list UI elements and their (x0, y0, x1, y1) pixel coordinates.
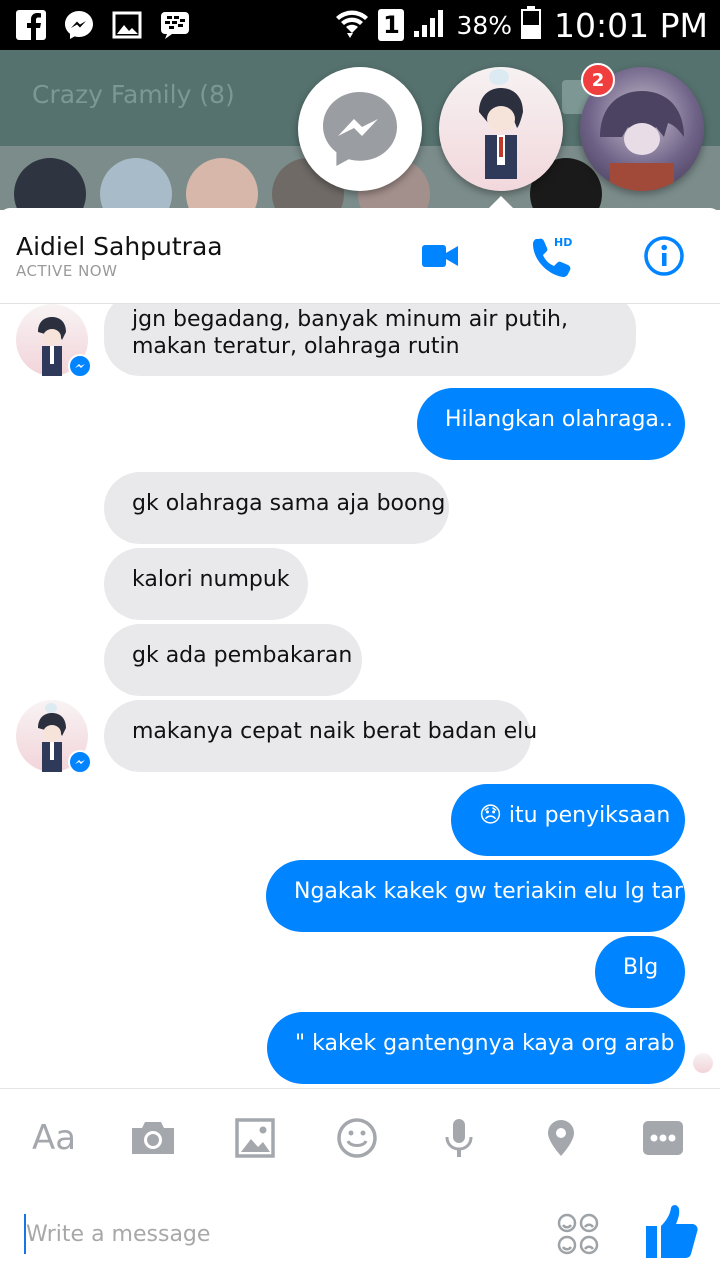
video-call-button[interactable] (416, 232, 464, 280)
incoming-message[interactable]: jgn begadang, banyak minum air putih, ma… (104, 304, 636, 376)
gallery-button[interactable] (229, 1113, 281, 1163)
emoji-icon (337, 1118, 377, 1158)
message-input[interactable] (24, 1214, 524, 1254)
outgoing-message[interactable]: Ngakak kakek gw teriakin elu lg tar (266, 860, 685, 932)
composer-toolbar: Aa (0, 1088, 720, 1188)
battery-percent: 38% (456, 10, 513, 40)
hd-label: HD (554, 236, 573, 249)
messenger-icon (62, 9, 96, 41)
battery-icon (520, 6, 542, 44)
microphone-icon (445, 1119, 473, 1157)
more-button[interactable] (637, 1113, 689, 1163)
avatar-illustration (479, 69, 523, 179)
location-button[interactable] (535, 1113, 587, 1163)
outgoing-message[interactable]: Blg (595, 936, 685, 1008)
contact-avatar[interactable] (16, 700, 92, 774)
text-tool-label: Aa (31, 1118, 77, 1158)
voice-call-button[interactable]: HD (528, 232, 576, 280)
more-icon (643, 1121, 683, 1155)
message-list[interactable]: jgn begadang, banyak minum air putih, ma… (0, 304, 720, 1088)
incoming-message[interactable]: gk olahraga sama aja boong (104, 472, 449, 544)
sticker-icon (557, 1213, 599, 1255)
outgoing-message[interactable]: " kakek gantengnya kaya org arab " (267, 1012, 692, 1084)
facebook-icon (14, 9, 48, 41)
video-call-icon (422, 245, 458, 267)
location-icon (548, 1120, 574, 1156)
messenger-chat-head[interactable] (298, 67, 422, 191)
chat-header: Aidiel Sahputraa ACTIVE NOW HD (0, 208, 720, 304)
incoming-message[interactable]: makanya cepat naik berat badan elu (104, 700, 537, 772)
sticker-button[interactable] (556, 1212, 600, 1256)
camera-icon (132, 1122, 174, 1154)
outgoing-message[interactable]: 😞 itu penyiksaan (451, 784, 685, 856)
signal-icon (412, 7, 448, 43)
microphone-button[interactable] (433, 1113, 485, 1163)
outgoing-message[interactable]: Hilangkan olahraga.. (417, 388, 685, 460)
info-button[interactable] (640, 232, 688, 280)
info-icon (644, 236, 684, 276)
wifi-icon (334, 6, 370, 44)
composer-input-row (0, 1188, 720, 1280)
unread-badge: 2 (581, 63, 615, 97)
contact-status: ACTIVE NOW (16, 262, 118, 280)
like-button[interactable] (642, 1202, 702, 1262)
image-icon (235, 1118, 275, 1158)
bbm-icon (158, 9, 192, 41)
incoming-message[interactable]: kalori numpuk (104, 548, 308, 620)
messenger-icon (323, 92, 397, 166)
gallery-icon (110, 9, 144, 41)
contact-name[interactable]: Aidiel Sahputraa (16, 232, 223, 261)
like-icon (646, 1205, 698, 1258)
messenger-badge-icon (68, 750, 92, 774)
background-title: Crazy Family (8) (32, 80, 235, 109)
incoming-message[interactable]: gk ada pembakaran (104, 624, 362, 696)
contact-chat-head[interactable] (439, 67, 563, 191)
sim-indicator: 1 (378, 9, 405, 41)
status-bar: 1 38% 10:01 PM (0, 0, 720, 50)
messenger-badge-icon (68, 354, 92, 378)
camera-button[interactable] (127, 1113, 179, 1163)
emoji-button[interactable] (331, 1113, 383, 1163)
chat-card: Aidiel Sahputraa ACTIVE NOW HD jgn begad… (0, 208, 720, 1280)
seen-avatar (693, 1053, 713, 1073)
contact-avatar[interactable] (16, 304, 92, 378)
text-tool-button[interactable]: Aa (26, 1113, 82, 1163)
clock: 10:01 PM (554, 5, 708, 45)
